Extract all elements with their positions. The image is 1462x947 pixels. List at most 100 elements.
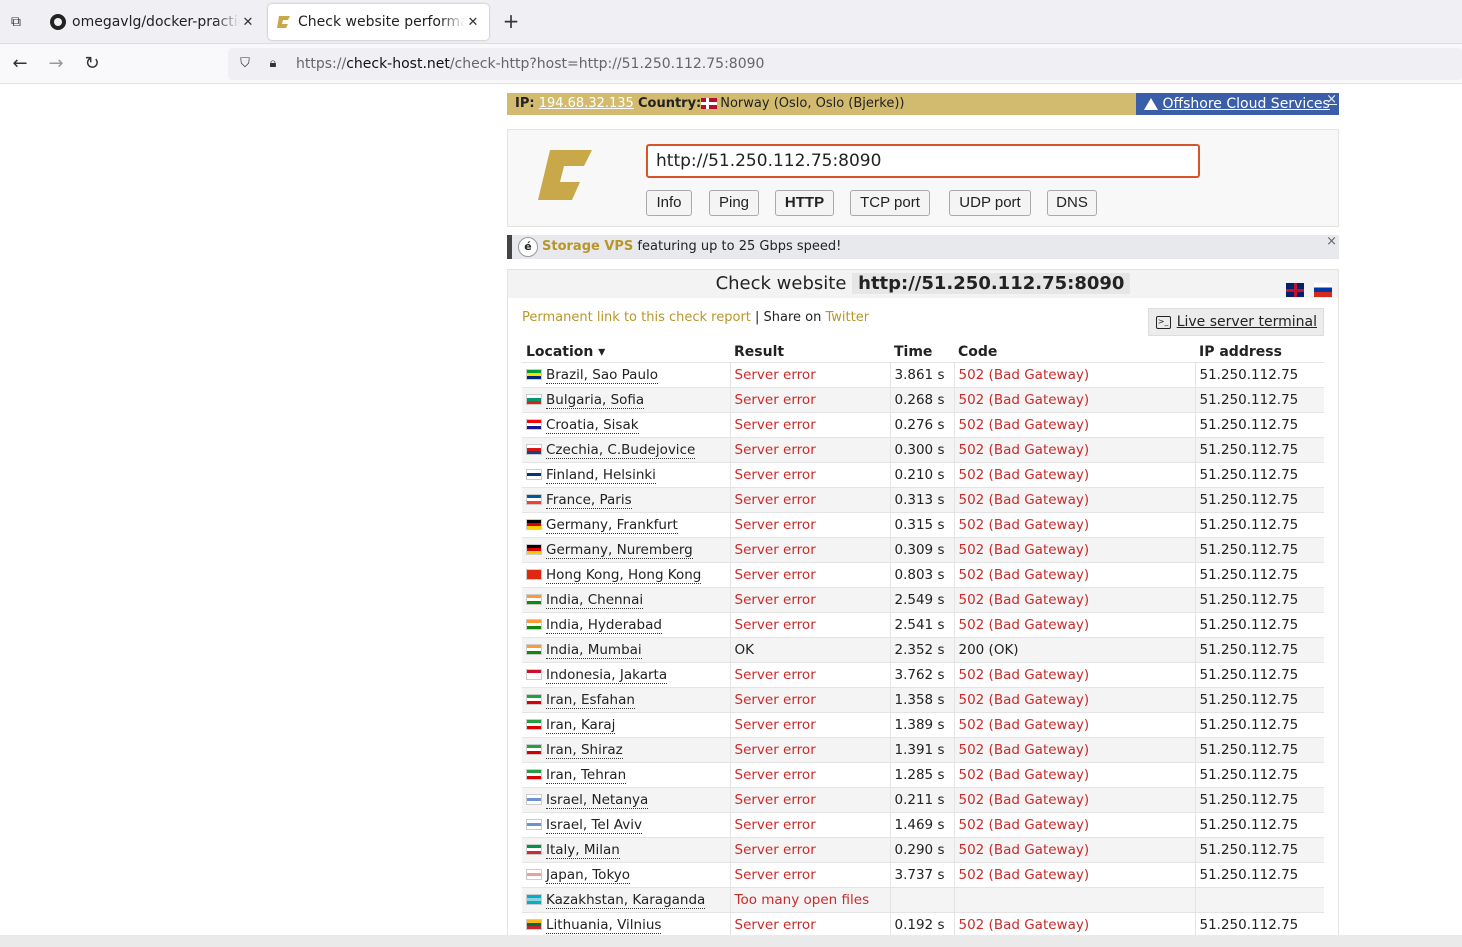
country-flag-icon bbox=[526, 869, 542, 880]
permanent-link[interactable]: Permanent link to this check report bbox=[522, 310, 751, 325]
time-cell: 3.861 s bbox=[890, 361, 955, 387]
ip-cell: 51.250.112.75 bbox=[1195, 861, 1324, 887]
location-cell: Iran, Shiraz bbox=[522, 736, 731, 762]
offshore-ad[interactable]: Offshore Cloud Services × bbox=[1136, 92, 1339, 115]
country-flag-icon bbox=[526, 519, 542, 530]
reload-icon[interactable]: ↻ bbox=[80, 52, 104, 76]
location-link[interactable]: Iran, Shiraz bbox=[546, 741, 623, 759]
tab-github[interactable]: omegavlg/docker-practice ✕ bbox=[42, 4, 264, 40]
column-result: Result bbox=[734, 343, 785, 360]
ip-cell: 51.250.112.75 bbox=[1195, 561, 1324, 587]
ip-cell: 51.250.112.75 bbox=[1195, 761, 1324, 787]
russian-flag-icon[interactable] bbox=[1314, 283, 1332, 297]
location-link[interactable]: Finland, Helsinki bbox=[546, 466, 656, 484]
close-icon[interactable]: × bbox=[1326, 89, 1337, 111]
location-link[interactable]: Italy, Milan bbox=[546, 841, 620, 859]
location-cell: Lithuania, Vilnius bbox=[522, 911, 731, 935]
table-row: Iran, Tehran Server error 1.285 s 502 (Bad … bbox=[522, 761, 1324, 787]
tcp-port-button[interactable]: TCP port bbox=[850, 190, 930, 216]
ip-cell: 51.250.112.75 bbox=[1195, 686, 1324, 712]
promo-badge-icon: é bbox=[518, 237, 538, 257]
result-header: Check website http://51.250.112.75:8090 bbox=[508, 270, 1338, 298]
check-host-icon bbox=[277, 16, 290, 28]
promo-banner[interactable]: é Storage VPS featuring up to 25 Gbps sp… bbox=[507, 234, 1339, 259]
location-link[interactable]: Czechia, C.Budejovice bbox=[546, 441, 696, 459]
forward-icon[interactable]: → bbox=[44, 52, 68, 76]
time-cell: 0.315 s bbox=[890, 511, 955, 537]
close-icon[interactable]: ✕ bbox=[240, 15, 256, 30]
shield-icon[interactable]: ⛉ bbox=[236, 55, 254, 73]
code-cell: 502 (Bad Gateway) bbox=[954, 761, 1196, 787]
location-link[interactable]: Bulgaria, Sofia bbox=[546, 391, 645, 409]
ip-link[interactable]: 194.68.32.135 bbox=[539, 96, 634, 111]
code-cell: 502 (Bad Gateway) bbox=[954, 386, 1196, 412]
location-cell: Bulgaria, Sofia bbox=[522, 386, 731, 412]
location-link[interactable]: Hong Kong, Hong Kong bbox=[546, 566, 702, 584]
host-input[interactable] bbox=[646, 144, 1200, 178]
country-flag-icon bbox=[526, 544, 542, 555]
location-cell: France, Paris bbox=[522, 486, 731, 512]
location-link[interactable]: Iran, Tehran bbox=[546, 766, 627, 784]
location-link[interactable]: India, Hyderabad bbox=[546, 616, 662, 634]
back-icon[interactable]: ← bbox=[8, 52, 32, 76]
location-link[interactable]: Iran, Karaj bbox=[546, 716, 616, 734]
tab-check-host[interactable]: Check website performance ✕ bbox=[268, 4, 489, 40]
location-link[interactable]: Japan, Tokyo bbox=[546, 866, 631, 884]
location-link[interactable]: Indonesia, Jakarta bbox=[546, 666, 668, 684]
live-terminal-button[interactable]: >_ Live server terminal bbox=[1147, 308, 1324, 336]
country-flag-icon bbox=[526, 594, 542, 605]
country-flag-icon bbox=[526, 694, 542, 705]
code-cell: 502 (Bad Gateway) bbox=[954, 436, 1196, 462]
cloud-icon bbox=[1144, 98, 1158, 110]
location-cell: Germany, Nuremberg bbox=[522, 536, 731, 562]
country-flag-icon bbox=[526, 844, 542, 855]
promo-highlight[interactable]: Storage VPS bbox=[542, 239, 633, 254]
location-link[interactable]: Brazil, Sao Paulo bbox=[546, 366, 659, 384]
url-bar[interactable]: ⛉ 🔒︎ https://check-host.net/check-http?h… bbox=[228, 48, 1462, 80]
ip-cell bbox=[1195, 886, 1324, 912]
ip-cell: 51.250.112.75 bbox=[1195, 736, 1324, 762]
ip-info-bar: IP: 194.68.32.135 Country: Norway (Oslo, … bbox=[507, 92, 1339, 115]
code-cell: 502 (Bad Gateway) bbox=[954, 411, 1196, 437]
location-link[interactable]: India, Chennai bbox=[546, 591, 644, 609]
location-link[interactable]: India, Mumbai bbox=[546, 641, 642, 659]
code-cell: 502 (Bad Gateway) bbox=[954, 461, 1196, 487]
location-cell: Indonesia, Jakarta bbox=[522, 661, 731, 687]
location-link[interactable]: Iran, Esfahan bbox=[546, 691, 635, 709]
result-cell: Server error bbox=[730, 686, 891, 712]
tab-list-icon[interactable]: ⧉ bbox=[6, 12, 26, 32]
ping-button[interactable]: Ping bbox=[709, 190, 759, 216]
location-link[interactable]: France, Paris bbox=[546, 491, 632, 509]
code-cell: 502 (Bad Gateway) bbox=[954, 511, 1196, 537]
close-icon[interactable]: ✕ bbox=[465, 15, 481, 30]
english-flag-icon[interactable] bbox=[1286, 283, 1305, 297]
close-icon[interactable]: × bbox=[1326, 230, 1337, 254]
url-text[interactable]: https://check-host.net/check-http?host=h… bbox=[296, 56, 764, 72]
http-button[interactable]: HTTP bbox=[775, 190, 834, 216]
location-link[interactable]: Germany, Frankfurt bbox=[546, 516, 678, 534]
results-table: Location ▾ Result Time Code IP address B… bbox=[522, 342, 1324, 935]
table-row: Japan, Tokyo Server error 3.737 s 502 (Bad … bbox=[522, 861, 1324, 887]
location-link[interactable]: Israel, Tel Aviv bbox=[546, 816, 642, 834]
offshore-ad-label[interactable]: Offshore Cloud Services bbox=[1162, 96, 1329, 112]
location-cell: Israel, Netanya bbox=[522, 786, 731, 812]
location-link[interactable]: Germany, Nuremberg bbox=[546, 541, 693, 559]
location-link[interactable]: Israel, Netanya bbox=[546, 791, 649, 809]
time-cell: 0.210 s bbox=[890, 461, 955, 487]
terminal-icon: >_ bbox=[1155, 316, 1171, 329]
column-location[interactable]: Location ▾ bbox=[522, 342, 730, 362]
location-link[interactable]: Kazakhstan, Karaganda bbox=[546, 891, 706, 909]
new-tab-button[interactable]: + bbox=[500, 10, 522, 32]
twitter-link[interactable]: Twitter bbox=[826, 310, 870, 325]
location-link[interactable]: Lithuania, Vilnius bbox=[546, 916, 662, 934]
country-flag-icon bbox=[526, 794, 542, 805]
location-link[interactable]: Croatia, Sisak bbox=[546, 416, 639, 434]
info-button[interactable]: Info bbox=[646, 190, 692, 216]
result-cell: Server error bbox=[730, 836, 891, 862]
udp-port-button[interactable]: UDP port bbox=[949, 190, 1031, 216]
lock-icon[interactable]: 🔒︎ bbox=[264, 55, 282, 73]
location-cell: Italy, Milan bbox=[522, 836, 731, 862]
table-row: Kazakhstan, Karaganda Too many open files bbox=[522, 886, 1324, 912]
live-terminal-label[interactable]: Live server terminal bbox=[1177, 314, 1317, 330]
dns-button[interactable]: DNS bbox=[1047, 190, 1097, 216]
